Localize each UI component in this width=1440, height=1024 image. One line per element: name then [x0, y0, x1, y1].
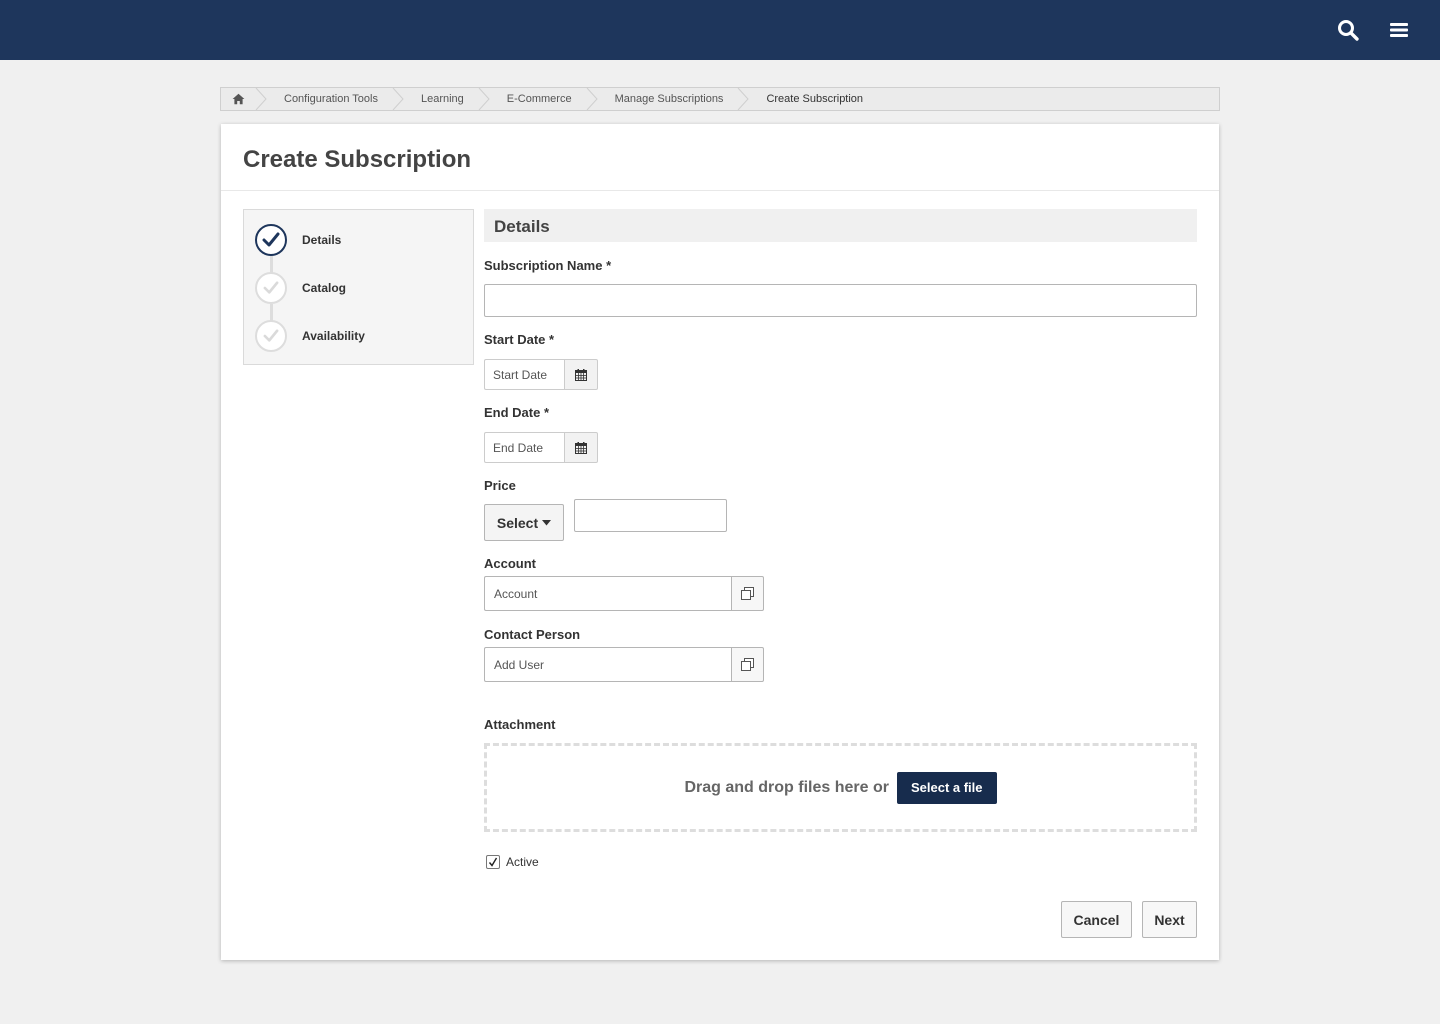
caret-down-icon — [542, 519, 552, 525]
price-amount-input[interactable] — [574, 499, 727, 532]
contact-person-label: Contact Person — [484, 627, 581, 642]
check-circle-icon — [255, 272, 287, 304]
breadcrumb-separator — [586, 88, 598, 110]
breadcrumb-item-configuration-tools[interactable]: Configuration Tools — [267, 88, 392, 110]
section-title: Details — [494, 217, 550, 236]
currency-select-button[interactable]: Select — [484, 504, 564, 541]
breadcrumb-item-create-subscription: Create Subscription — [766, 93, 864, 105]
breadcrumb-item-manage-subscriptions[interactable]: Manage Subscriptions — [598, 88, 738, 110]
active-checkbox[interactable] — [486, 855, 500, 869]
active-label: Active — [506, 855, 539, 869]
step-label: Catalog — [302, 281, 347, 295]
hamburger-menu-icon[interactable] — [1387, 18, 1411, 42]
active-checkbox-row[interactable]: Active — [486, 855, 539, 869]
breadcrumb-separator — [478, 88, 490, 110]
end-date-input[interactable] — [484, 432, 564, 463]
page-title: Create Subscription — [243, 146, 472, 173]
subscription-name-label: Subscription Name * — [484, 258, 612, 273]
breadcrumb-separator — [738, 88, 750, 110]
step-details[interactable]: Details — [244, 220, 473, 260]
check-circle-icon — [255, 320, 287, 352]
breadcrumb: Configuration Tools Learning E-Commerce … — [220, 87, 1220, 111]
end-date-label: End Date * — [484, 405, 550, 420]
subscription-name-input[interactable] — [484, 284, 1197, 317]
account-input[interactable] — [484, 576, 731, 611]
breadcrumb-item-e-commerce[interactable]: E-Commerce — [490, 88, 586, 110]
lookup-icon[interactable] — [731, 647, 764, 682]
start-date-label: Start Date * — [484, 332, 555, 347]
contact-person-lookup-group — [484, 647, 764, 682]
start-date-group — [484, 359, 598, 390]
next-button[interactable]: Next — [1142, 901, 1197, 938]
section-header: Details — [484, 209, 1197, 242]
breadcrumb-item-learning[interactable]: Learning — [404, 88, 478, 110]
calendar-icon[interactable] — [564, 432, 598, 463]
lookup-icon[interactable] — [731, 576, 764, 611]
wizard-stepper: Details Catalog Availability — [243, 209, 474, 365]
price-label: Price — [484, 478, 516, 493]
currency-select-label: Select — [496, 514, 539, 531]
file-dropzone[interactable]: Drag and drop files here or Select a fil… — [484, 743, 1197, 832]
checkmark-icon — [488, 857, 498, 867]
step-label: Availability — [302, 329, 365, 343]
create-subscription-card: Create Subscription Details Catalog Avai… — [221, 124, 1219, 960]
dropzone-text: Drag and drop files here or — [684, 778, 889, 796]
account-label: Account — [484, 556, 536, 571]
top-navigation-bar — [0, 0, 1440, 60]
calendar-icon[interactable] — [564, 359, 598, 390]
attachment-label: Attachment — [484, 717, 556, 732]
start-date-input[interactable] — [484, 359, 564, 390]
contact-person-input[interactable] — [484, 647, 731, 682]
breadcrumb-separator — [392, 88, 404, 110]
home-icon[interactable] — [221, 88, 255, 110]
end-date-group — [484, 432, 598, 463]
step-catalog[interactable]: Catalog — [244, 268, 473, 308]
search-icon[interactable] — [1336, 18, 1360, 42]
step-label: Details — [302, 233, 342, 247]
title-divider — [221, 190, 1219, 191]
account-lookup-group — [484, 576, 764, 611]
check-circle-icon — [255, 224, 287, 256]
breadcrumb-separator — [255, 88, 267, 110]
step-availability[interactable]: Availability — [244, 316, 473, 356]
cancel-button[interactable]: Cancel — [1061, 901, 1132, 938]
select-file-button[interactable]: Select a file — [896, 771, 997, 804]
